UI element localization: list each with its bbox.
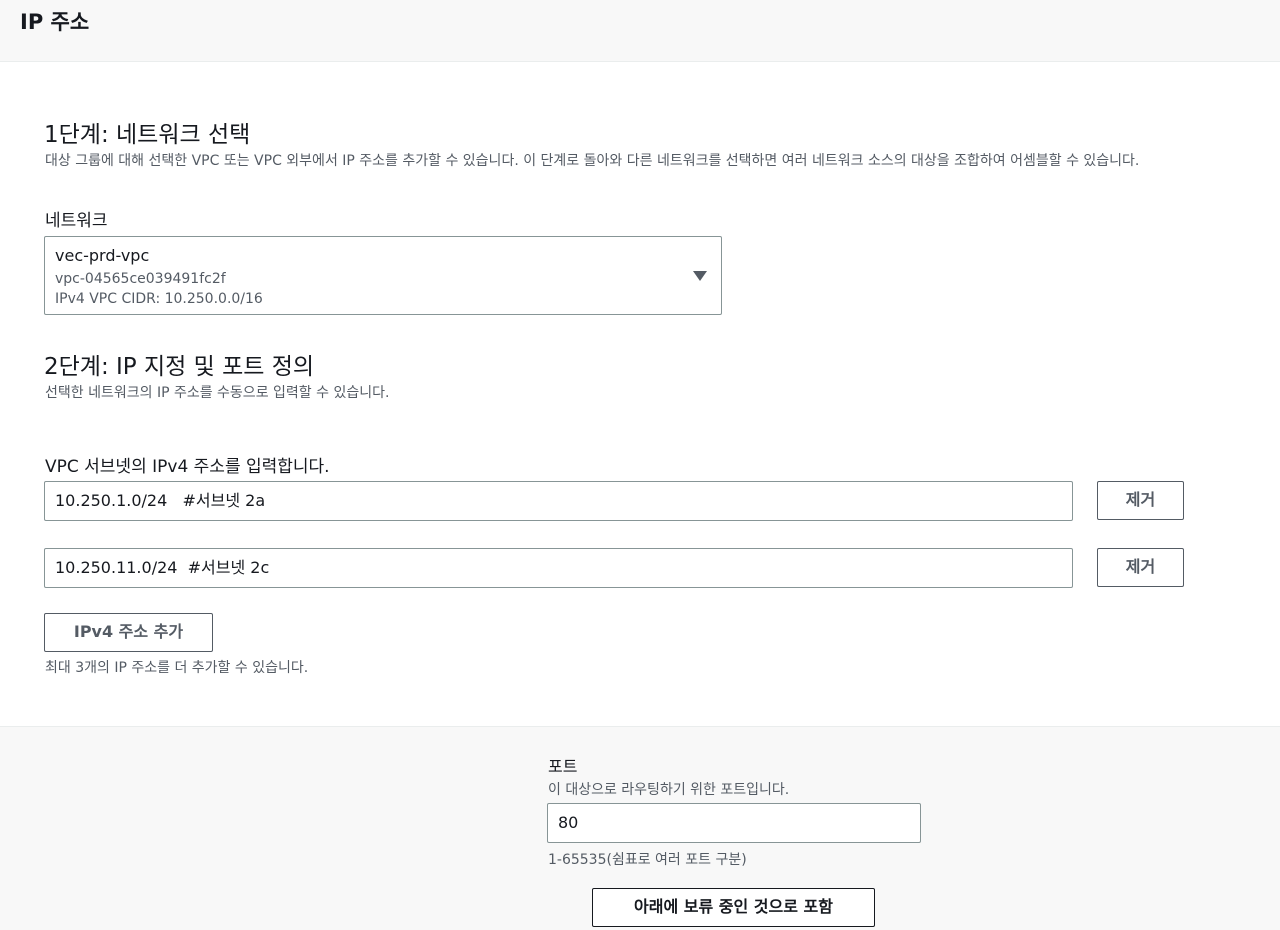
caret-down-icon: [693, 271, 707, 281]
ipv4-address-input[interactable]: 10.250.11.0/24 #서브넷 2c: [44, 548, 1073, 588]
remove-button[interactable]: 제거: [1097, 548, 1184, 587]
network-label: 네트워크: [45, 211, 108, 231]
page-header: IP 주소: [0, 0, 1280, 62]
page-title: IP 주소: [20, 10, 90, 34]
include-pending-button[interactable]: 아래에 보류 중인 것으로 포함: [592, 888, 875, 927]
port-hint: 1-65535(쉼표로 여러 포트 구분): [548, 852, 747, 868]
ipv4-label: VPC 서브넷의 IPv4 주소를 입력합니다.: [45, 457, 330, 477]
network-select[interactable]: vec-prd-vpc vpc-04565ce039491fc2f IPv4 V…: [44, 236, 722, 315]
network-id: vpc-04565ce039491fc2f: [55, 271, 226, 287]
add-ipv4-button[interactable]: IPv4 주소 추가: [44, 613, 213, 652]
ipv4-address-input[interactable]: 10.250.1.0/24 #서브넷 2a: [44, 481, 1073, 521]
network-name: vec-prd-vpc: [55, 246, 150, 265]
step2-description: 선택한 네트워크의 IP 주소를 수동으로 입력할 수 있습니다.: [45, 385, 390, 401]
add-ipv4-hint: 최대 3개의 IP 주소를 더 추가할 수 있습니다.: [45, 660, 309, 676]
step1-title: 1단계: 네트워크 선택: [44, 122, 251, 148]
network-cidr: IPv4 VPC CIDR: 10.250.0.0/16: [55, 291, 263, 307]
step1-description: 대상 그룹에 대해 선택한 VPC 또는 VPC 외부에서 IP 주소를 추가할…: [45, 153, 1140, 169]
port-description: 이 대상으로 라우팅하기 위한 포트입니다.: [548, 782, 790, 798]
step2-title: 2단계: IP 지정 및 포트 정의: [44, 354, 315, 380]
port-label: 포트: [548, 757, 578, 776]
remove-button[interactable]: 제거: [1097, 481, 1184, 520]
port-input[interactable]: 80: [547, 803, 921, 843]
